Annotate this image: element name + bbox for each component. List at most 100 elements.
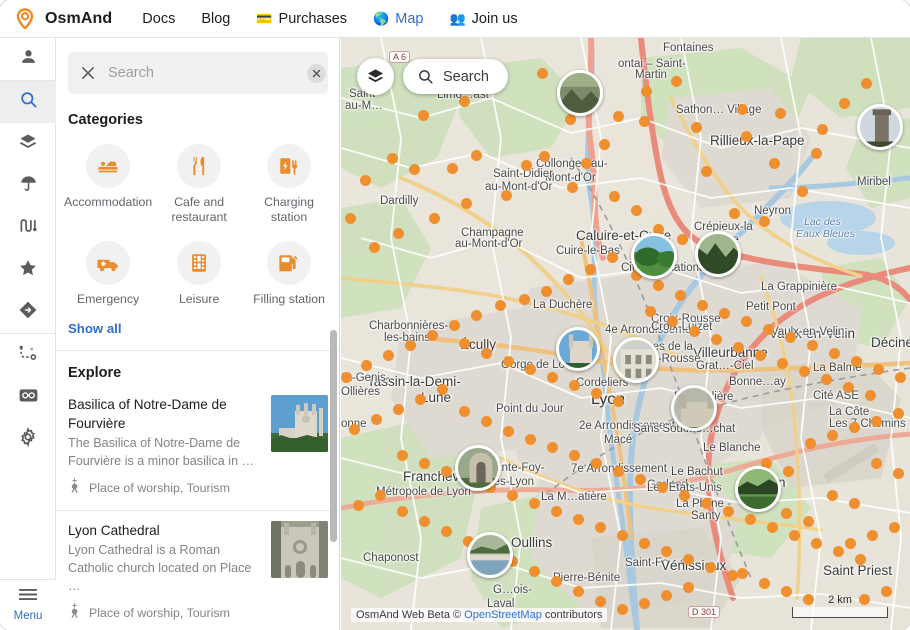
- map-poi-marker[interactable]: [419, 516, 430, 527]
- category-charging-station[interactable]: Charging station: [244, 138, 334, 235]
- map-poi-marker[interactable]: [667, 316, 678, 327]
- map-poi-marker[interactable]: [525, 364, 536, 375]
- map-poi-marker[interactable]: [581, 158, 592, 169]
- map-poi-marker[interactable]: [827, 430, 838, 441]
- photo-pin-arch[interactable]: [455, 445, 501, 491]
- map-poi-marker[interactable]: [799, 366, 810, 377]
- map-poi-marker[interactable]: [797, 186, 808, 197]
- map-poi-marker[interactable]: [341, 372, 352, 383]
- category-leisure[interactable]: Leisure: [154, 235, 244, 317]
- map-poi-marker[interactable]: [871, 458, 882, 469]
- map-poi-marker[interactable]: [383, 350, 394, 361]
- map-poi-marker[interactable]: [539, 151, 550, 162]
- map-poi-marker[interactable]: [459, 96, 470, 107]
- search-bar[interactable]: [68, 52, 328, 94]
- map-poi-marker[interactable]: [719, 308, 730, 319]
- map-poi-marker[interactable]: [418, 110, 429, 121]
- map-poi-marker[interactable]: [361, 360, 372, 371]
- nav-link-purchases[interactable]: 💳 Purchases: [256, 11, 347, 27]
- map-poi-marker[interactable]: [645, 306, 656, 317]
- map-poi-marker[interactable]: [671, 76, 682, 87]
- map-poi-marker[interactable]: [609, 191, 620, 202]
- map-poi-marker[interactable]: [441, 526, 452, 537]
- map-poi-marker[interactable]: [677, 234, 688, 245]
- map-poi-marker[interactable]: [447, 163, 458, 174]
- map-poi-marker[interactable]: [471, 310, 482, 321]
- nav-link-blog[interactable]: Blog: [201, 11, 230, 27]
- map-poi-marker[interactable]: [723, 506, 734, 517]
- map-poi-marker[interactable]: [755, 350, 766, 361]
- map-poi-marker[interactable]: [471, 150, 482, 161]
- map-poi-marker[interactable]: [563, 274, 574, 285]
- map-poi-marker[interactable]: [567, 182, 578, 193]
- map-poi-marker[interactable]: [661, 590, 672, 601]
- map-poi-marker[interactable]: [409, 164, 420, 175]
- map-poi-marker[interactable]: [701, 166, 712, 177]
- map-poi-marker[interactable]: [393, 404, 404, 415]
- map-poi-marker[interactable]: [641, 86, 652, 97]
- rail-menu-button[interactable]: Menu: [0, 579, 56, 630]
- map-poi-marker[interactable]: [371, 414, 382, 425]
- map-poi-marker[interactable]: [679, 490, 690, 501]
- map-poi-marker[interactable]: [503, 356, 514, 367]
- map-poi-marker[interactable]: [521, 160, 532, 171]
- map-poi-marker[interactable]: [783, 466, 794, 477]
- map-poi-marker[interactable]: [781, 508, 792, 519]
- map-poi-marker[interactable]: [807, 340, 818, 351]
- map-poi-marker[interactable]: [569, 380, 580, 391]
- map-poi-marker[interactable]: [503, 426, 514, 437]
- rail-item-navigation[interactable]: [0, 291, 56, 333]
- map-poi-marker[interactable]: [573, 586, 584, 597]
- rail-item-weather[interactable]: [0, 165, 56, 207]
- map-poi-marker[interactable]: [537, 68, 548, 79]
- map-poi-marker[interactable]: [657, 482, 668, 493]
- map-poi-marker[interactable]: [861, 78, 872, 89]
- map-poi-marker[interactable]: [683, 582, 694, 593]
- map-poi-marker[interactable]: [595, 522, 606, 533]
- map-poi-marker[interactable]: [345, 213, 356, 224]
- map-poi-marker[interactable]: [811, 538, 822, 549]
- map-poi-marker[interactable]: [481, 416, 492, 427]
- show-all-categories-link[interactable]: Show all: [56, 317, 134, 350]
- map-poi-marker[interactable]: [851, 356, 862, 367]
- map-poi-marker[interactable]: [613, 466, 624, 477]
- map-poi-marker[interactable]: [737, 104, 748, 115]
- map-poi-marker[interactable]: [759, 578, 770, 589]
- map-poi-marker[interactable]: [683, 554, 694, 565]
- map-poi-marker[interactable]: [529, 498, 540, 509]
- map-poi-marker[interactable]: [547, 372, 558, 383]
- map-poi-marker[interactable]: [459, 338, 470, 349]
- map-poi-marker[interactable]: [387, 153, 398, 164]
- map-poi-marker[interactable]: [541, 286, 552, 297]
- category-cafe-and-restaurant[interactable]: Cafe and restaurant: [154, 138, 244, 235]
- map-poi-marker[interactable]: [691, 122, 702, 133]
- map-poi-marker[interactable]: [737, 568, 748, 579]
- rail-item-search[interactable]: [0, 81, 56, 123]
- map-poi-marker[interactable]: [613, 111, 624, 122]
- map-poi-marker[interactable]: [429, 213, 440, 224]
- map-poi-marker[interactable]: [607, 252, 618, 263]
- map-poi-marker[interactable]: [573, 514, 584, 525]
- rail-item-travel-guide[interactable]: [0, 376, 56, 418]
- rail-item-plan-route[interactable]: [0, 334, 56, 376]
- map-poi-marker[interactable]: [519, 294, 530, 305]
- map-poi-marker[interactable]: [689, 326, 700, 337]
- map-poi-marker[interactable]: [501, 190, 512, 201]
- category-filling-station[interactable]: Filling station: [244, 235, 334, 317]
- map-poi-marker[interactable]: [569, 450, 580, 461]
- map-poi-marker[interactable]: [781, 586, 792, 597]
- map-poi-marker[interactable]: [833, 546, 844, 557]
- map-poi-marker[interactable]: [639, 116, 650, 127]
- map-poi-marker[interactable]: [849, 498, 860, 509]
- map-poi-marker[interactable]: [733, 342, 744, 353]
- map-poi-marker[interactable]: [871, 416, 882, 427]
- map-poi-marker[interactable]: [729, 208, 740, 219]
- map-poi-marker[interactable]: [547, 442, 558, 453]
- map-poi-marker[interactable]: [591, 388, 602, 399]
- brand-logo[interactable]: OsmAnd: [14, 8, 112, 30]
- map-poi-marker[interactable]: [599, 139, 610, 150]
- place-thumbnail[interactable]: [271, 395, 328, 452]
- list-item[interactable]: Basilica of Notre-Dame de Fourvière The …: [56, 385, 340, 511]
- map-poi-marker[interactable]: [415, 394, 426, 405]
- openstreetmap-link[interactable]: OpenStreetMap: [464, 609, 542, 621]
